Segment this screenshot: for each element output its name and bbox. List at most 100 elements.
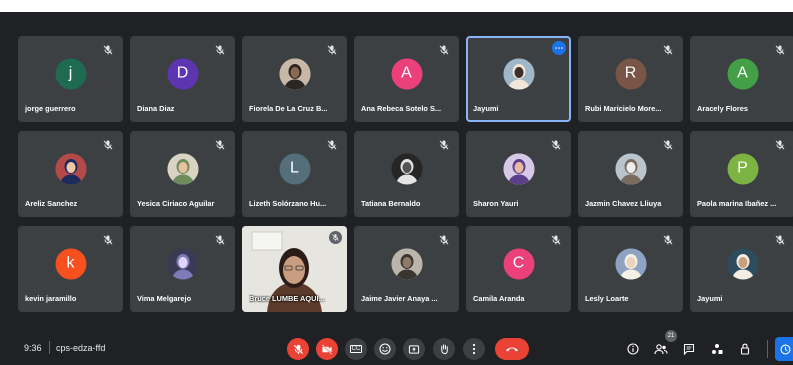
avatar-initial: L	[279, 153, 310, 185]
participant-name: Yesica Ciriaco Aguilar	[137, 199, 215, 208]
participant-name: Lizeth Solórzano Hu...	[249, 199, 327, 208]
captions-icon: CC	[349, 345, 363, 353]
camera-toggle-button[interactable]	[316, 338, 338, 360]
hang-up-icon	[506, 347, 518, 352]
participant-tile-jayumi[interactable]: Jayumi	[690, 226, 793, 312]
participant-name: Sharon Yauri	[473, 199, 519, 208]
meeting-details-button[interactable]	[625, 341, 641, 357]
mic-muted-icon	[102, 43, 114, 55]
host-controls-button[interactable]	[737, 341, 753, 357]
participant-name: Camila Aranda	[473, 294, 525, 303]
mic-muted-icon	[438, 138, 450, 150]
participant-tile-bruce-lumbe-aqui[interactable]: Bruce LUMBE AQUI...	[242, 226, 347, 312]
participant-name: kevin jaramillo	[25, 294, 77, 303]
participant-tile-ana-rebeca-sotelo-s[interactable]: A Ana Rebeca Sotelo S...	[354, 36, 459, 122]
avatar-initial: A	[391, 58, 422, 90]
profile-photo	[391, 153, 422, 185]
more-options-icon	[472, 343, 476, 355]
participant-tile-sharon-yauri[interactable]: Sharon Yauri	[466, 131, 571, 217]
participant-name: Bruce LUMBE AQUI...	[249, 294, 325, 303]
participant-tile-jorge-guerrero[interactable]: j jorge guerrero	[18, 36, 123, 122]
separator	[49, 341, 50, 354]
participant-name: Ana Rebeca Sotelo S...	[361, 104, 442, 113]
mic-muted-icon	[662, 233, 674, 245]
participant-tile-aracely-flores[interactable]: A Aracely Flores	[690, 36, 793, 122]
participant-name: Vima Melgarejo	[137, 294, 192, 303]
participant-tile-vima-melgarejo[interactable]: Vima Melgarejo	[130, 226, 235, 312]
participant-name: Fiorela De La Cruz B...	[249, 104, 328, 113]
reactions-button[interactable]	[374, 338, 396, 360]
participant-name: Diana Diaz	[137, 104, 175, 113]
participant-name: Jayumi	[697, 294, 723, 303]
present-screen-icon	[408, 344, 420, 354]
participant-tile-jaime-javier-anaya[interactable]: Jaime Javier Anaya ...	[354, 226, 459, 312]
avatar-initial: j	[55, 58, 86, 90]
participant-tile-camila-aranda[interactable]: C Camila Aranda	[466, 226, 571, 312]
chat-icon	[683, 343, 695, 355]
captions-button[interactable]: CC	[345, 338, 367, 360]
participant-count-badge: 21	[665, 330, 677, 342]
profile-photo	[279, 58, 310, 90]
participant-tile-tatiana-bernaldo[interactable]: Tatiana Bernaldo	[354, 131, 459, 217]
participant-name: Areliz Sanchez	[25, 199, 78, 208]
meet-window: j jorge guerrero D Diana Diaz Fiorela De La …	[0, 12, 793, 365]
participant-name: Jazmin Chavez Lliuya	[585, 199, 662, 208]
participant-tile-jazmin-chavez-lliuya[interactable]: Jazmin Chavez Lliuya	[578, 131, 683, 217]
leave-call-button[interactable]	[495, 338, 529, 360]
more-options-button[interactable]	[463, 338, 485, 360]
participant-tile-kevin-jaramillo[interactable]: k kevin jaramillo	[18, 226, 123, 312]
avatar-initial: D	[167, 58, 198, 90]
participant-name: Tatiana Bernaldo	[361, 199, 421, 208]
profile-photo	[55, 153, 86, 185]
mic-muted-icon	[662, 138, 674, 150]
participant-tile-rubi-maricielo-more[interactable]: R Rubi Maricielo More...	[578, 36, 683, 122]
participant-tile-paola-marina-ibanez[interactable]: P Paola marina Ibañez ...	[690, 131, 793, 217]
raise-hand-icon	[440, 344, 448, 355]
participant-name: Jayumi	[473, 104, 499, 113]
clock-activity-icon	[780, 344, 790, 354]
mic-muted-icon	[102, 233, 114, 245]
tile-options-icon[interactable]	[552, 41, 566, 55]
participant-name: Lesly Loarte	[585, 294, 629, 303]
participant-tile-areliz-sanchez[interactable]: Areliz Sanchez	[18, 131, 123, 217]
avatar-initial: R	[615, 58, 646, 90]
participant-tile-jayumi[interactable]: Jayumi	[466, 36, 571, 122]
participant-tile-fiorela-de-la-cruz-b[interactable]: Fiorela De La Cruz B...	[242, 36, 347, 122]
mic-muted-icon	[550, 138, 562, 150]
raise-hand-button[interactable]	[433, 338, 455, 360]
microphone-toggle-button[interactable]	[287, 338, 309, 360]
profile-photo	[167, 248, 198, 280]
people-icon	[654, 344, 668, 355]
microphone-off-icon	[293, 344, 303, 354]
participant-tile-lesly-loarte[interactable]: Lesly Loarte	[578, 226, 683, 312]
profile-photo	[391, 248, 422, 280]
mic-muted-icon	[438, 233, 450, 245]
participant-tile-yesica-ciriaco-aguilar[interactable]: Yesica Ciriaco Aguilar	[130, 131, 235, 217]
profile-photo	[615, 248, 646, 280]
participant-grid: j jorge guerrero D Diana Diaz Fiorela De La …	[18, 36, 793, 312]
host-controls-icon	[740, 343, 750, 355]
mic-muted-icon	[326, 138, 338, 150]
camera-off-icon	[321, 343, 333, 355]
profile-photo	[615, 153, 646, 185]
mic-muted-icon	[214, 233, 226, 245]
present-button[interactable]	[403, 338, 425, 360]
meeting-time: 9:36	[24, 343, 42, 353]
people-button[interactable]	[653, 341, 669, 357]
emoji-icon	[379, 343, 391, 355]
participant-tile-diana-diaz[interactable]: D Diana Diaz	[130, 36, 235, 122]
activity-panel-button[interactable]	[775, 337, 793, 361]
mic-muted-icon	[774, 233, 786, 245]
avatar-initial: P	[727, 153, 758, 185]
mic-muted-icon	[774, 43, 786, 55]
mic-muted-icon	[214, 138, 226, 150]
mic-muted-icon	[214, 43, 226, 55]
separator	[767, 340, 768, 358]
mic-muted-icon	[438, 43, 450, 55]
participant-name: Rubi Maricielo More...	[585, 104, 662, 113]
participant-tile-lizeth-solorzano-hu[interactable]: L Lizeth Solórzano Hu...	[242, 131, 347, 217]
activities-button[interactable]	[709, 341, 725, 357]
participant-name: jorge guerrero	[25, 104, 76, 113]
avatar-initial: C	[503, 248, 534, 280]
chat-button[interactable]	[681, 341, 697, 357]
